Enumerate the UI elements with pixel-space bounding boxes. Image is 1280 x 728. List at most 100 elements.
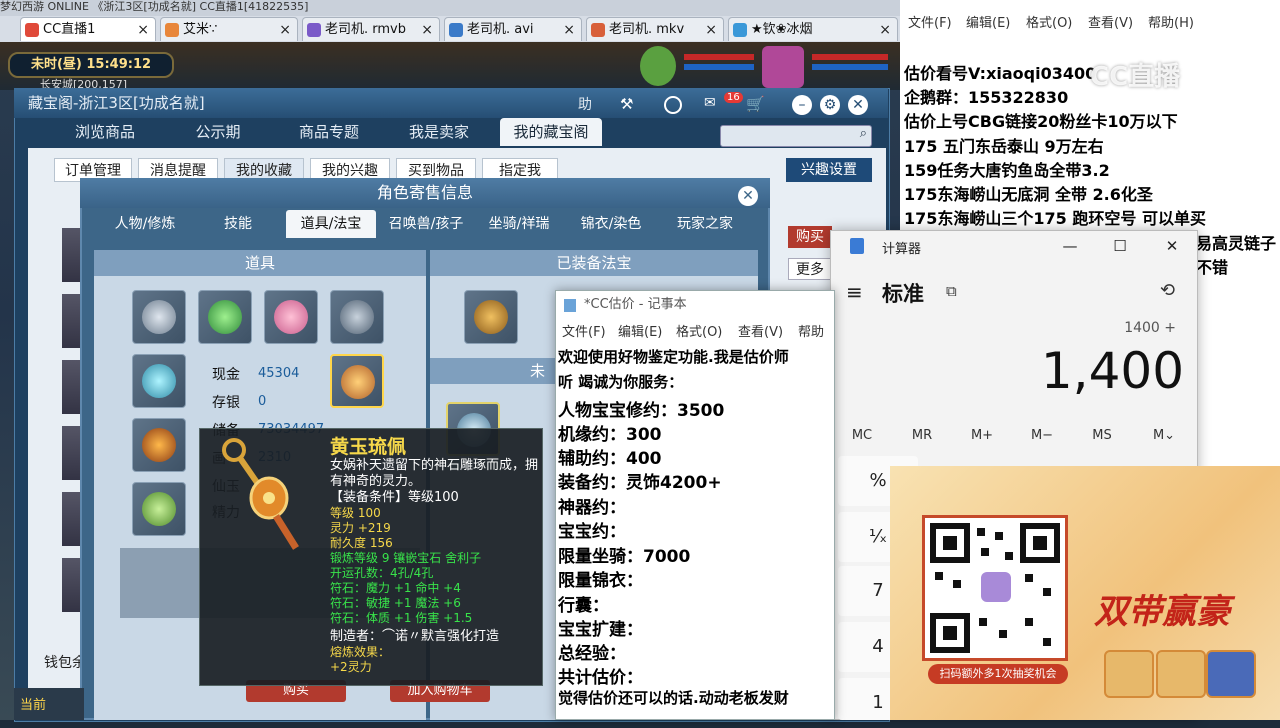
menu-file[interactable]: 文件(F) <box>908 12 952 31</box>
cart-icon[interactable]: 🛒 <box>746 95 765 113</box>
close-icon[interactable]: × <box>563 18 575 41</box>
item-requirement: 【装备条件】等级100 <box>330 490 459 505</box>
keep-on-top-icon[interactable]: ⧉ <box>946 282 957 300</box>
menu-view[interactable]: 查看(V) <box>1088 12 1133 31</box>
appraisal-line: 人物宝宝修约：3500 <box>558 401 725 421</box>
party-avatars[interactable] <box>640 46 895 88</box>
menu-edit[interactable]: 编辑(E) <box>618 321 662 345</box>
tab-mounts[interactable]: 坐骑/祥瑞 <box>476 210 562 238</box>
menu-format[interactable]: 格式(O) <box>1026 12 1072 31</box>
appraisal-line: 觉得估价还可以的话.动动老板发财 <box>558 689 789 707</box>
ring-item-slot[interactable] <box>132 290 186 344</box>
calculator-display: 1,400 <box>1040 342 1184 400</box>
appraisal-line: 机缘约：300 <box>558 425 662 445</box>
browser-tab-mkv[interactable]: 老司机. mkv × <box>586 17 724 41</box>
bottom-status: 当前 <box>14 688 84 720</box>
tab-character[interactable]: 人物/修炼 <box>100 210 190 238</box>
memory-clear-button[interactable]: MC <box>832 428 892 443</box>
interest-settings-button[interactable]: 兴趣设置 <box>786 158 872 182</box>
belt-item-slot[interactable] <box>132 482 186 536</box>
memory-recall-button[interactable]: MR <box>892 428 952 443</box>
nav-seller[interactable]: 我是卖家 <box>394 118 484 146</box>
close-icon[interactable]: × <box>137 18 149 41</box>
nav-browse[interactable]: 浏览商品 <box>60 118 150 146</box>
appraisal-line: 共计估价： <box>558 668 643 688</box>
item-stat-line: 符石：体质 +1 伤害 +1.5 <box>330 611 473 625</box>
pendant-item-slot[interactable] <box>330 354 384 408</box>
nav-my-pavilion[interactable]: 我的藏宝阁 <box>500 118 602 146</box>
hook-item-slot[interactable] <box>132 354 186 408</box>
browser-tab-avi[interactable]: 老司机. avi × <box>444 17 582 41</box>
message-icon[interactable]: ✉ <box>704 95 716 111</box>
belt-icon <box>142 492 176 526</box>
nav-public[interactable]: 公示期 <box>178 118 258 146</box>
settings-gear-icon[interactable]: ⚙ <box>820 95 840 115</box>
menu-help[interactable]: 帮助(H) <box>1148 12 1194 31</box>
help-icon[interactable]: 助 <box>578 94 592 114</box>
player-avatar[interactable] <box>762 46 804 88</box>
note-line: 估价上号CBG链接20粉丝卡10万以下 <box>904 112 1178 131</box>
current-channel-label[interactable]: 当前 <box>20 694 46 713</box>
search-icon[interactable]: ⌕ <box>860 126 867 141</box>
close-icon[interactable]: ✕ <box>1160 236 1184 256</box>
tab-outfits[interactable]: 锦衣/染色 <box>566 210 656 238</box>
menu-help[interactable]: 帮助 <box>798 321 824 345</box>
hamburger-menu-icon[interactable]: ≡ <box>846 280 863 304</box>
calculator-mode: 标准 <box>882 282 924 306</box>
tab-items[interactable]: 道具/法宝 <box>286 210 376 238</box>
item-name: 黄玉琉佩 <box>330 436 407 458</box>
maximize-icon[interactable]: ☐ <box>1108 236 1132 256</box>
minimize-icon[interactable]: — <box>1058 236 1082 256</box>
browser-tab-cc-live[interactable]: CC直播1 × <box>20 17 156 41</box>
tab-skills[interactable]: 技能 <box>196 210 280 238</box>
note-line: 企鹅群：155322830 <box>904 88 1069 107</box>
close-icon[interactable]: ✕ <box>848 95 868 115</box>
nav-topics[interactable]: 商品专题 <box>284 118 374 146</box>
close-icon[interactable]: ✕ <box>738 186 758 206</box>
notepad-front-titlebar: *CC估价 - 记事本 <box>556 291 834 319</box>
close-icon[interactable]: × <box>421 18 433 41</box>
tab-label: ★钦❀冰烟 <box>751 22 813 37</box>
pet-avatar[interactable] <box>640 46 676 86</box>
jade-item-slot[interactable] <box>198 290 252 344</box>
notepad-app-icon <box>564 299 576 312</box>
close-icon[interactable]: × <box>705 18 717 41</box>
minimize-icon[interactable]: – <box>792 95 812 115</box>
bracelet-item-slot[interactable] <box>330 290 384 344</box>
cash-value: 45304 <box>258 366 300 381</box>
history-icon[interactable]: ⟲ <box>1160 280 1175 301</box>
clock-period: 未时(昼) <box>30 57 82 72</box>
menu-view[interactable]: 查看(V) <box>738 321 783 345</box>
phone-prize-icon <box>1206 650 1256 698</box>
tab-home[interactable]: 玩家之家 <box>660 210 750 238</box>
record-icon[interactable] <box>664 96 682 114</box>
browser-tab-rmvb[interactable]: 老司机. rmvb × <box>302 17 440 41</box>
browser-tab-bingyan[interactable]: ★钦❀冰烟 × <box>728 17 898 41</box>
calculator-expression: 1400 + <box>1124 320 1176 336</box>
staff-item-slot[interactable] <box>132 418 186 472</box>
tab-pets[interactable]: 召唤兽/孩子 <box>380 210 472 238</box>
staff-icon <box>142 428 176 462</box>
pouch-treasure-slot[interactable] <box>464 290 518 344</box>
bracelet-icon <box>340 300 374 334</box>
menu-file[interactable]: 文件(F) <box>562 321 606 345</box>
side-more-button[interactable]: 更多 <box>788 258 832 280</box>
lotus-item-slot[interactable] <box>264 290 318 344</box>
appraisal-line: 装备约：灵饰4200+ <box>558 473 722 493</box>
ad-scan-banner[interactable]: 扫码额外多1次抽奖机会 <box>928 664 1068 684</box>
menu-edit[interactable]: 编辑(E) <box>966 12 1010 31</box>
memory-add-button[interactable]: M+ <box>952 428 1012 443</box>
close-icon[interactable]: × <box>279 18 291 41</box>
side-buy-button[interactable]: 购买 <box>788 226 832 248</box>
close-icon[interactable]: × <box>879 18 891 41</box>
clock-time: 15:49:12 <box>86 57 152 72</box>
tab-favicon-icon <box>733 23 747 37</box>
memory-list-button[interactable]: M⌄ <box>1134 428 1194 443</box>
memory-subtract-button[interactable]: M− <box>1012 428 1072 443</box>
browser-tab-aimi[interactable]: 艾米∵ × <box>160 17 298 41</box>
menu-format[interactable]: 格式(O) <box>676 321 722 345</box>
hammer-icon[interactable]: ⚒ <box>620 95 640 113</box>
search-input[interactable]: ⌕ <box>720 125 872 147</box>
qr-code[interactable] <box>922 515 1068 661</box>
memory-store-button[interactable]: MS <box>1072 428 1132 443</box>
